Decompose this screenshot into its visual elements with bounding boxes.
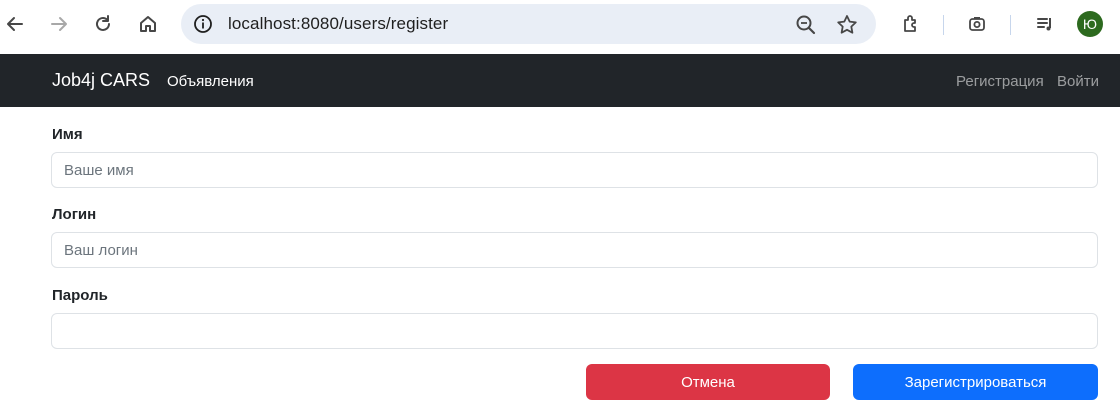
home-icon[interactable]	[133, 9, 163, 39]
login-label: Логин	[52, 206, 97, 223]
nav-link-ads[interactable]: Объявления	[167, 73, 254, 90]
name-input[interactable]	[51, 152, 1098, 188]
extensions-icon[interactable]	[896, 9, 926, 39]
cancel-button[interactable]: Отмена	[586, 364, 830, 400]
login-input[interactable]	[51, 232, 1098, 268]
nav-link-login[interactable]: Войти	[1057, 73, 1099, 90]
bookmark-star-icon[interactable]	[835, 13, 859, 37]
toolbar-separator	[943, 15, 944, 35]
browser-toolbar: localhost:8080/users/register Ю	[0, 0, 1120, 53]
url-text[interactable]: localhost:8080/users/register	[228, 14, 448, 34]
reload-icon[interactable]	[88, 9, 118, 39]
profile-avatar[interactable]: Ю	[1077, 11, 1103, 37]
site-info-icon[interactable]	[191, 12, 215, 36]
password-input[interactable]	[51, 313, 1098, 349]
forward-arrow-icon[interactable]	[44, 9, 74, 39]
toolbar-separator	[1010, 15, 1011, 35]
name-label: Имя	[52, 126, 83, 143]
password-label: Пароль	[52, 287, 108, 304]
register-button[interactable]: Зарегистрироваться	[853, 364, 1098, 400]
google-lens-icon[interactable]	[962, 9, 992, 39]
address-bar[interactable]: localhost:8080/users/register	[181, 4, 876, 44]
zoom-icon[interactable]	[794, 13, 818, 37]
brand-link[interactable]: Job4j CARS	[52, 70, 150, 91]
media-queue-icon[interactable]	[1030, 9, 1060, 39]
back-arrow-icon[interactable]	[0, 9, 30, 39]
nav-link-register[interactable]: Регистрация	[956, 73, 1044, 90]
site-navbar: Job4j CARS Объявления Регистрация Войти	[0, 54, 1120, 107]
